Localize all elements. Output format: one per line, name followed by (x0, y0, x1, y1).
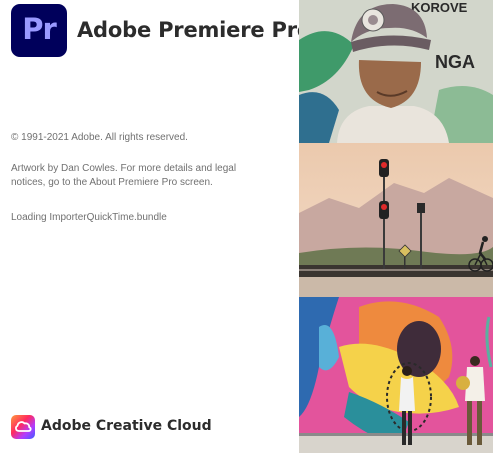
mural-text-top: KOROVE (411, 0, 468, 15)
splash-screen: Pr Adobe Premiere Pro © 1991-2021 Adobe.… (0, 0, 493, 453)
info-panel: Pr Adobe Premiere Pro © 1991-2021 Adobe.… (0, 0, 311, 453)
loading-status: Loading ImporterQuickTime.bundle (11, 212, 167, 223)
artwork-portrait: KOROVE NGA (299, 0, 493, 143)
artwork-mural (299, 297, 493, 453)
copyright-text: © 1991-2021 Adobe. All rights reserved. (11, 132, 188, 143)
creative-cloud-icon (11, 415, 35, 439)
artwork-desert (299, 143, 493, 297)
artwork-credit-text: Artwork by Dan Cowles. For more details … (11, 163, 237, 188)
creative-cloud-brand: Adobe Creative Cloud (41, 418, 212, 434)
artwork-panel: KOROVE NGA (299, 0, 493, 453)
premiere-pro-logo: Pr (11, 4, 67, 57)
logo-text: Pr (22, 12, 57, 46)
product-name: Adobe Premiere Pro (77, 18, 312, 42)
mural-text-mid: NGA (435, 52, 475, 72)
